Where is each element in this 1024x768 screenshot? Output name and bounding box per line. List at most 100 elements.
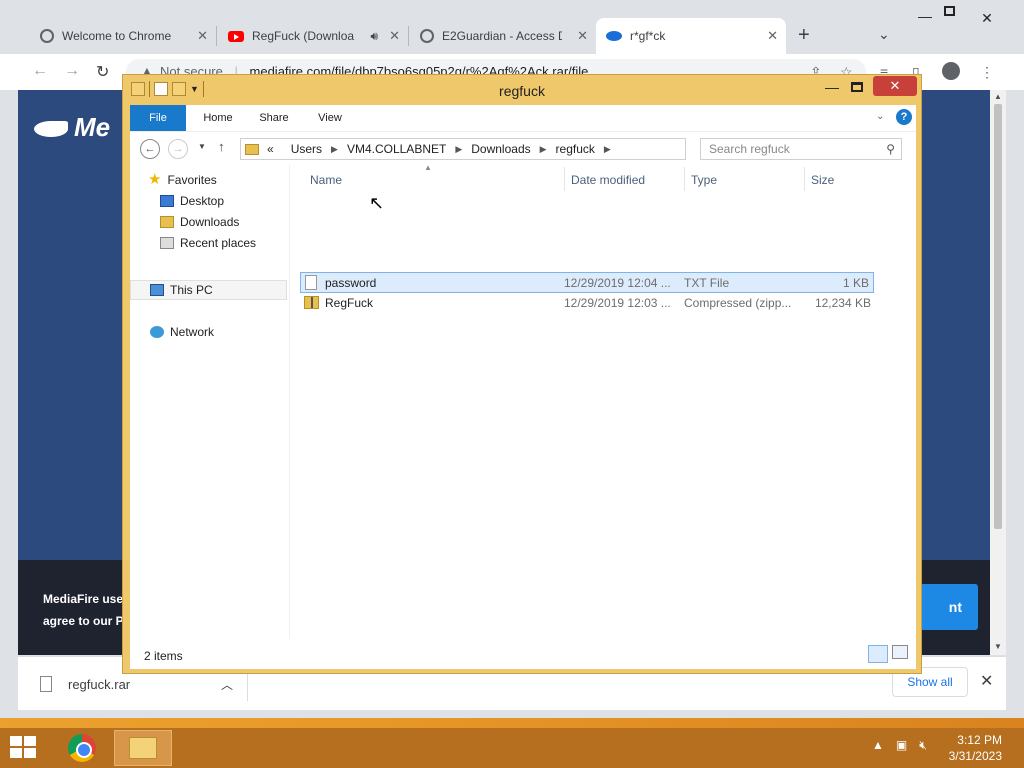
details-view-icon[interactable]: [868, 645, 888, 663]
tab-welcome[interactable]: Welcome to Chrome ✕: [30, 18, 216, 54]
column-date-modified[interactable]: Date modified: [571, 173, 645, 187]
chevron-up-icon[interactable]: ︿: [221, 676, 233, 693]
start-pane: [24, 748, 36, 758]
maximize-icon[interactable]: [851, 82, 863, 92]
close-icon[interactable]: ✕: [577, 28, 588, 44]
address-bar[interactable]: « Users ▶ VM4.COLLABNET ▶ Downloads ▶ re…: [240, 138, 788, 160]
download-file-name: regfuck.rar: [68, 676, 131, 692]
nav-label: This PC: [170, 283, 213, 297]
windows-start-icon[interactable]: [10, 736, 38, 760]
start-pane: [10, 736, 22, 746]
tab-view[interactable]: View: [302, 105, 358, 131]
tab-e2guardian[interactable]: E2Guardian - Access De ✕: [410, 18, 596, 54]
taskbar-file-explorer[interactable]: [114, 730, 172, 766]
file-name: RegFuck: [325, 296, 374, 310]
scroll-down-icon[interactable]: ▼: [994, 642, 1002, 651]
nav-network[interactable]: Network: [150, 322, 214, 342]
close-icon[interactable]: ✕: [873, 76, 917, 96]
taskbar-chrome[interactable]: [58, 730, 106, 766]
chevron-down-icon[interactable]: ⌄: [878, 26, 890, 43]
tab-share[interactable]: Share: [246, 105, 302, 131]
search-placeholder: Search regfuck: [709, 142, 790, 156]
chrome-icon: [68, 734, 96, 762]
column-type[interactable]: Type: [691, 173, 717, 187]
minimize-icon[interactable]: —: [918, 8, 932, 24]
clock-time: 3:12 PM: [957, 733, 1002, 747]
breadcrumb-overflow[interactable]: «: [267, 142, 274, 156]
close-window-icon[interactable]: ✕: [968, 10, 1006, 32]
expand-ribbon-icon[interactable]: ⌄: [876, 111, 884, 122]
nav-favorites[interactable]: ★ Favorites: [148, 170, 217, 190]
nav-desktop[interactable]: Desktop: [160, 191, 224, 211]
taskbar: ▲ ▣ 🔇︎ 3:12 PM 3/31/2023: [0, 728, 1024, 768]
breadcrumb-downloads[interactable]: Downloads: [471, 142, 530, 156]
close-icon[interactable]: ✕: [197, 28, 208, 44]
globe-icon: [420, 29, 434, 43]
breadcrumb-arrow-icon[interactable]: ▶: [331, 144, 338, 155]
youtube-icon: [228, 30, 244, 42]
back-icon[interactable]: ←: [140, 139, 160, 159]
tab-title: RegFuck (Downloa: [252, 29, 355, 43]
close-icon[interactable]: ✕: [980, 671, 993, 691]
cookie-text: MediaFire use agree to our P: [43, 588, 133, 632]
recent-locations-icon[interactable]: ▼: [198, 142, 206, 151]
show-hidden-icons-icon[interactable]: ▲: [872, 738, 884, 753]
window-title: regfuck: [499, 83, 545, 99]
search-icon[interactable]: ⚲: [886, 139, 895, 159]
breadcrumb-users[interactable]: Users: [291, 142, 322, 156]
tab-title: E2Guardian - Access De: [442, 29, 562, 43]
tab-home[interactable]: Home: [190, 105, 246, 131]
column-name[interactable]: Name: [310, 173, 342, 187]
column-divider[interactable]: [564, 167, 565, 191]
large-icons-view-icon[interactable]: [892, 645, 908, 659]
explorer-title-bar[interactable]: ▼ regfuck — ✕: [123, 75, 921, 105]
search-input[interactable]: Search regfuck ⚲: [700, 138, 902, 160]
nav-downloads[interactable]: Downloads: [160, 212, 239, 232]
breadcrumb-vm4[interactable]: VM4.COLLABNET: [347, 142, 446, 156]
page-scrollbar[interactable]: ▲ ▼: [990, 90, 1006, 655]
speaker-icon[interactable]: 🔊︎: [370, 29, 378, 44]
computer-icon: [150, 284, 164, 296]
profile-avatar-icon[interactable]: [942, 62, 960, 80]
breadcrumb-arrow-icon[interactable]: ▶: [540, 144, 547, 155]
up-arrow-icon[interactable]: ↑: [218, 139, 225, 154]
reload-icon[interactable]: ↻: [96, 62, 109, 82]
file-row-regfuck[interactable]: RegFuck 12/29/2019 12:03 ... Compressed …: [300, 293, 874, 314]
column-size[interactable]: Size: [811, 173, 834, 187]
cookie-line: MediaFire use: [43, 592, 124, 606]
taskbar-clock[interactable]: 3:12 PM 3/31/2023: [940, 732, 1020, 764]
maximize-icon[interactable]: [944, 6, 955, 16]
breadcrumb-arrow-icon[interactable]: ▶: [455, 144, 462, 155]
forward-icon[interactable]: →: [168, 139, 188, 159]
mediafire-logo[interactable]: Me: [34, 112, 110, 143]
file-row-password[interactable]: password 12/29/2019 12:04 ... TXT File 1…: [300, 272, 874, 293]
breadcrumb-regfuck[interactable]: regfuck: [556, 142, 595, 156]
mouse-cursor-icon: ↖: [369, 193, 385, 213]
nav-this-pc[interactable]: This PC: [150, 280, 213, 300]
breadcrumb-arrow-icon[interactable]: ▶: [604, 144, 611, 155]
column-divider[interactable]: [804, 167, 805, 191]
tab-mediafire[interactable]: r*gf*ck ✕: [596, 18, 786, 54]
start-pane: [24, 736, 36, 746]
scroll-up-icon[interactable]: ▲: [994, 92, 1002, 101]
explorer-window: ▼ regfuck — ✕ File Home Share View ⌄ ? ←…: [122, 74, 922, 674]
back-icon[interactable]: ←: [32, 62, 48, 80]
network-status-icon[interactable]: ▣: [896, 738, 907, 753]
tab-youtube[interactable]: RegFuck (Downloa 🔊︎ ✕: [218, 18, 408, 54]
tab-strip: Welcome to Chrome ✕ RegFuck (Downloa 🔊︎ …: [0, 0, 1024, 54]
close-icon[interactable]: ✕: [767, 28, 778, 44]
new-tab-button[interactable]: +: [798, 24, 810, 47]
help-icon[interactable]: ?: [896, 109, 912, 125]
file-date: 12/29/2019 12:04 ...: [564, 276, 671, 290]
close-icon[interactable]: ✕: [389, 28, 400, 44]
start-pane: [10, 748, 22, 758]
tab-file[interactable]: File: [130, 105, 186, 131]
column-divider[interactable]: [684, 167, 685, 191]
nav-recent-places[interactable]: Recent places: [160, 233, 256, 253]
file-type: TXT File: [684, 276, 730, 290]
forward-icon[interactable]: →: [64, 62, 80, 80]
scroll-thumb[interactable]: [994, 104, 1002, 529]
minimize-icon[interactable]: —: [825, 79, 839, 95]
volume-muted-icon[interactable]: 🔇︎: [919, 738, 927, 753]
kebab-menu-icon[interactable]: ⋮: [980, 64, 994, 81]
